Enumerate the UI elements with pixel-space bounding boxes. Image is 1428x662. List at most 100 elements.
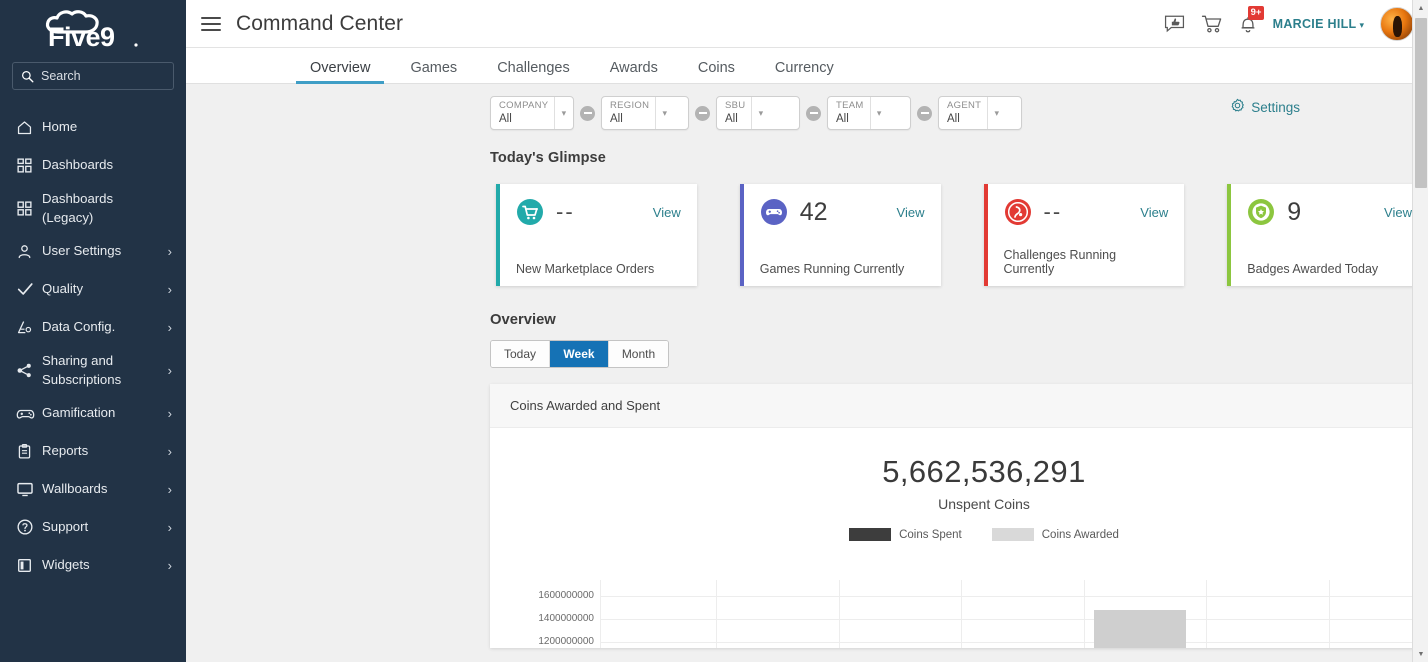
gear-icon	[1230, 98, 1245, 116]
sidebar-item-dashboards[interactable]: Dashboards	[0, 146, 186, 184]
chevron-right-icon: ›	[160, 245, 172, 258]
topbar-actions: 9+ MARCIE HILL▾	[1164, 7, 1414, 41]
sidebar-item-label: Dashboards (Legacy)	[42, 189, 160, 227]
share-icon	[16, 362, 42, 379]
gridline-v	[716, 580, 717, 648]
filter-agent-value: All	[947, 112, 981, 126]
bar-coins-awarded[interactable]	[1094, 610, 1186, 648]
glimpse-card-challenges-running[interactable]: -- View Challenges Running Currently	[984, 184, 1185, 286]
tab-challenges[interactable]: Challenges	[477, 61, 590, 84]
remove-filter-company-button[interactable]	[580, 106, 595, 121]
scroll-down-icon[interactable]: ▼	[1413, 646, 1428, 662]
window-scrollbar[interactable]: ▲ ▼	[1412, 0, 1428, 662]
remove-filter-region-button[interactable]	[695, 106, 710, 121]
search-box[interactable]	[12, 62, 174, 90]
notification-bell-icon[interactable]: 9+	[1239, 14, 1257, 34]
tab-overview[interactable]: Overview	[290, 61, 390, 84]
chevron-down-icon[interactable]: ▾	[870, 97, 888, 129]
tab-games[interactable]: Games	[390, 61, 477, 84]
glimpse-card-view-link[interactable]: View	[1140, 205, 1168, 220]
sidebar-item-widgets[interactable]: Widgets ›	[0, 546, 186, 584]
chevron-down-icon[interactable]: ▾	[987, 97, 1005, 129]
overview-range-toggle: Today Week Month	[490, 340, 669, 368]
glimpse-card-badges-awarded[interactable]: 9 View Badges Awarded Today	[1227, 184, 1428, 286]
sidebar-item-label: Wallboards	[42, 479, 160, 498]
gridline-v	[961, 580, 962, 648]
thumbs-up-message-icon[interactable]	[1164, 14, 1185, 33]
badge-circle-icon	[1247, 198, 1275, 226]
legend-swatch-coins-awarded[interactable]	[992, 528, 1034, 541]
settings-label: Settings	[1251, 100, 1300, 115]
sidebar-item-home[interactable]: Home	[0, 108, 186, 146]
tab-bar: Overview Games Challenges Awards Coins C…	[186, 48, 1428, 84]
filter-bar: COMPANY All ▾ REGION All ▾	[186, 84, 1428, 138]
legend-label-coins-spent: Coins Spent	[899, 529, 962, 541]
sidebar-item-dashboards-legacy[interactable]: Dashboards (Legacy)	[0, 184, 186, 232]
glimpse-card-games-running[interactable]: 42 View Games Running Currently	[740, 184, 941, 286]
gridline-v	[600, 580, 601, 648]
sidebar-item-sharing-and-subscriptions[interactable]: Sharing and Subscriptions ›	[0, 346, 186, 394]
filter-agent[interactable]: AGENT All ▾	[938, 96, 1022, 130]
sidebar-item-wallboards[interactable]: Wallboards ›	[0, 470, 186, 508]
chevron-right-icon: ›	[160, 407, 172, 420]
menu-toggle-icon[interactable]	[198, 11, 224, 37]
sidebar: Five9 Home	[0, 0, 186, 662]
glimpse-title: Today's Glimpse	[186, 150, 1428, 166]
sidebar-item-data-config[interactable]: Data Config. ›	[0, 308, 186, 346]
topbar: Command Center	[186, 0, 1428, 48]
check-icon	[16, 280, 42, 298]
sidebar-item-gamification[interactable]: Gamification ›	[0, 394, 186, 432]
avatar[interactable]	[1380, 7, 1414, 41]
filter-sbu-value: All	[725, 112, 745, 126]
glimpse-card-view-link[interactable]: View	[1384, 205, 1412, 220]
gridline-v	[1206, 580, 1207, 648]
scroll-up-icon[interactable]: ▲	[1413, 0, 1428, 16]
gridline-v	[1084, 580, 1085, 648]
glimpse-card-value: 42	[800, 200, 828, 225]
user-menu[interactable]: MARCIE HILL▾	[1273, 15, 1364, 33]
page-title: Command Center	[236, 12, 403, 36]
filter-team[interactable]: TEAM All ▾	[827, 96, 911, 130]
monitor-icon	[16, 480, 42, 498]
glimpse-card-view-link[interactable]: View	[653, 205, 681, 220]
remove-filter-team-button[interactable]	[917, 106, 932, 121]
glimpse-card-view-link[interactable]: View	[897, 205, 925, 220]
range-today-button[interactable]: Today	[491, 341, 550, 367]
filter-company[interactable]: COMPANY All ▾	[490, 96, 574, 130]
sidebar-item-reports[interactable]: Reports ›	[0, 432, 186, 470]
legend-swatch-coins-spent[interactable]	[849, 528, 891, 541]
overview-title: Overview	[186, 312, 1428, 328]
chevron-down-icon[interactable]: ▾	[655, 97, 673, 129]
five9-logo[interactable]: Five9	[0, 0, 186, 58]
chevron-right-icon: ›	[160, 559, 172, 572]
scrollbar-thumb[interactable]	[1415, 18, 1427, 188]
filter-sbu[interactable]: SBU All ▾	[716, 96, 800, 130]
cart-circle-icon	[516, 198, 544, 226]
chevron-down-icon[interactable]: ▾	[751, 97, 769, 129]
remove-filter-sbu-button[interactable]	[806, 106, 821, 121]
settings-button[interactable]: Settings	[1230, 98, 1300, 116]
tab-coins[interactable]: Coins	[678, 61, 755, 84]
glimpse-card-value: --	[556, 201, 575, 223]
app-root: Five9 Home	[0, 0, 1428, 662]
sidebar-item-user-settings[interactable]: User Settings ›	[0, 232, 186, 270]
glimpse-card-marketplace-orders[interactable]: -- View New Marketplace Orders	[496, 184, 697, 286]
chart-plot-area: 1600000000 1400000000 1200000000 1000000…	[490, 580, 1428, 648]
tab-currency[interactable]: Currency	[755, 61, 854, 84]
range-month-button[interactable]: Month	[609, 341, 668, 367]
chevron-right-icon: ›	[160, 321, 172, 334]
glimpse-card-label: New Marketplace Orders	[516, 262, 681, 276]
gamepad-icon	[16, 404, 42, 423]
sidebar-item-support[interactable]: Support ›	[0, 508, 186, 546]
svg-text:Five9: Five9	[48, 22, 115, 52]
sidebar-item-label: Data Config.	[42, 317, 160, 336]
chevron-down-icon[interactable]: ▾	[554, 97, 572, 129]
range-week-button[interactable]: Week	[550, 341, 609, 367]
gridline-h	[600, 619, 1428, 620]
tab-awards[interactable]: Awards	[590, 61, 678, 84]
shopping-cart-icon[interactable]	[1201, 14, 1223, 34]
filter-region[interactable]: REGION All ▾	[601, 96, 689, 130]
sidebar-item-label: Dashboards	[42, 155, 160, 174]
search-input[interactable]	[41, 69, 165, 83]
sidebar-item-quality[interactable]: Quality ›	[0, 270, 186, 308]
